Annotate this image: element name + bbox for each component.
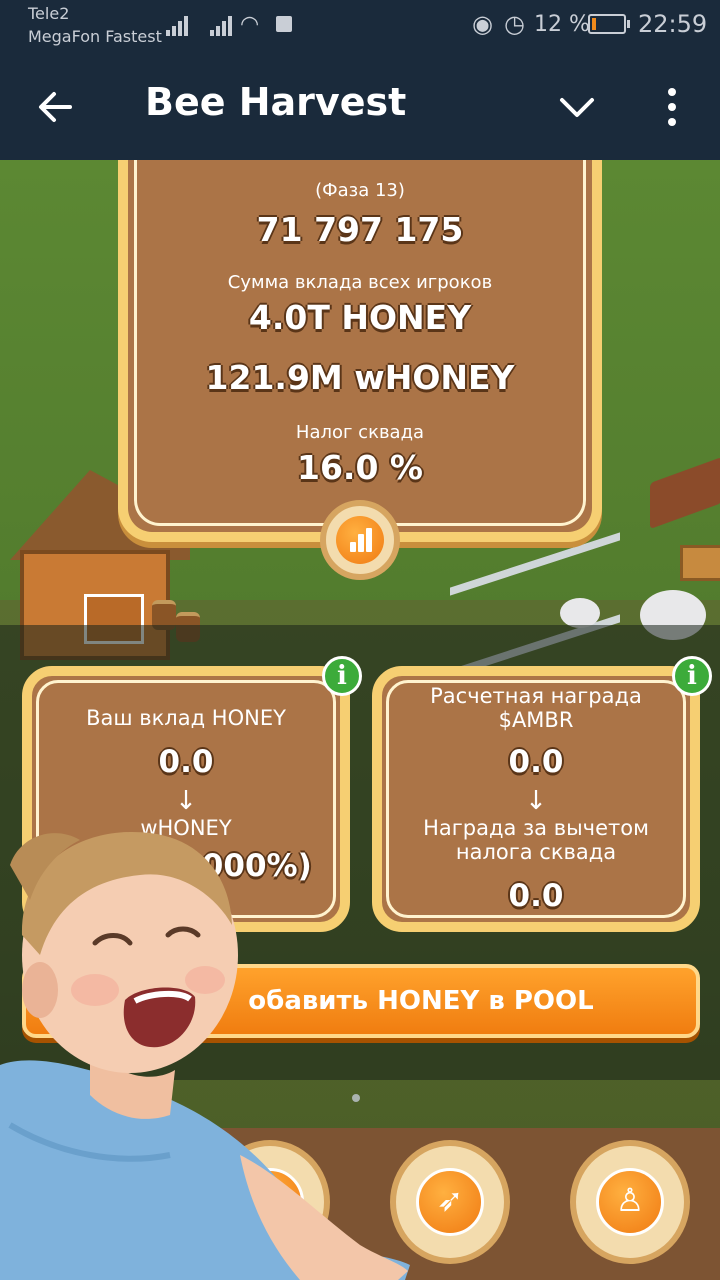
honey-total: 4.0T HONEY <box>248 298 472 337</box>
contribution-title: Ваш вклад HONEY <box>86 706 286 730</box>
page-title: Bee Harvest <box>145 80 407 124</box>
battery-tip <box>627 20 630 28</box>
info-button[interactable]: i <box>672 656 712 696</box>
carrier-name: Tele2 <box>28 4 70 23</box>
tax-label: Налог сквада <box>295 422 425 443</box>
reward-card: Расчетная награда $AMBR 0.0 ↓ Награда за… <box>372 666 700 932</box>
wifi-icon: ◠ <box>240 12 260 37</box>
sum-label: Сумма вклада всех игроков <box>227 272 493 293</box>
bar-chart-icon <box>348 526 374 552</box>
down-arrow-icon: ↓ <box>175 786 197 816</box>
carrier-name: MegaFon Fastest <box>28 27 162 46</box>
back-arrow-icon <box>39 92 72 122</box>
collapse-button[interactable] <box>552 82 602 132</box>
signal-icon <box>210 14 236 36</box>
child-photo-sticker <box>0 831 410 1280</box>
whoney-total: 121.9M wHONEY <box>205 358 515 397</box>
reward-subtitle: Награда за вычетом налога сквада <box>423 816 649 864</box>
chevron-down-icon <box>560 98 594 117</box>
clock: 22:59 <box>638 10 708 38</box>
alarm-icon: ◷ <box>504 10 525 38</box>
stats-button[interactable] <box>320 500 400 580</box>
battery-percent: 12 % <box>534 12 590 37</box>
app-bar: Bee Harvest <box>0 56 720 160</box>
total-value: 71 797 175 <box>256 210 464 249</box>
notification-square-icon <box>276 16 292 32</box>
crate <box>680 545 720 581</box>
info-button[interactable]: i <box>322 656 362 696</box>
phase-label: (Фаза 13) <box>315 180 405 201</box>
more-vertical-icon <box>668 88 676 96</box>
contribution-value: 0.0 <box>158 744 214 780</box>
back-button[interactable] <box>30 82 80 132</box>
rocket-icon: ➶ <box>436 1181 464 1219</box>
squad-stats-panel: (Фаза 13) 71 797 175 Сумма вклада всех и… <box>118 160 602 542</box>
reward-title: Расчетная награда $AMBR <box>430 684 642 732</box>
nav-button-profile[interactable]: ♙ <box>570 1140 690 1264</box>
signal-icon <box>166 14 192 36</box>
battery-icon <box>588 14 626 34</box>
reward-net-value: 0.0 <box>508 878 564 914</box>
eye-icon: ◉ <box>472 10 493 38</box>
status-bar: Tele2 MegaFon Fastest ◠ ◉ ◷ 12 % 22:59 <box>0 0 720 56</box>
reward-value: 0.0 <box>508 744 564 780</box>
more-menu-button[interactable] <box>650 82 694 132</box>
tax-value: 16.0 % <box>297 448 423 487</box>
user-check-icon: ♙ <box>615 1181 645 1219</box>
down-arrow-icon: ↓ <box>525 786 547 816</box>
sheep <box>560 598 600 628</box>
